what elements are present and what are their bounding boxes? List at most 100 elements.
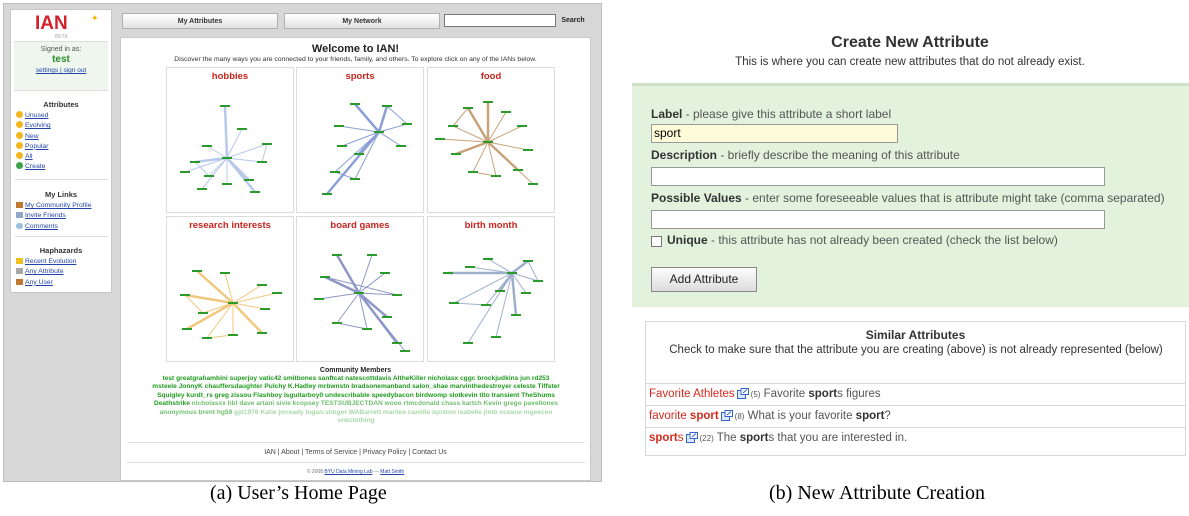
member-link[interactable]: superjoy [230, 375, 257, 382]
possible-values-input[interactable] [651, 210, 1105, 229]
graph-hobbies[interactable]: hobbies [166, 67, 294, 213]
member-link[interactable]: Isguitarboy0 [284, 392, 323, 399]
member-link[interactable]: jun [520, 375, 530, 382]
member-link[interactable]: hbl [228, 400, 238, 407]
member-link[interactable]: AltheKiller [393, 375, 426, 382]
comments-link[interactable]: Comments [16, 222, 91, 232]
member-link[interactable]: sivie [276, 400, 291, 407]
member-link[interactable]: K.Hadley [288, 383, 316, 390]
member-link[interactable]: kartch [462, 400, 482, 407]
member-link[interactable]: marilee [383, 409, 406, 416]
graph-research-interests[interactable]: research interests [166, 216, 294, 362]
member-link[interactable]: greatgrahambini [176, 375, 228, 382]
member-link[interactable]: hg59 [217, 409, 232, 416]
attribute-name-link[interactable]: favorite sport [649, 410, 719, 422]
attr-all-link[interactable]: All [16, 152, 51, 162]
member-link[interactable]: kcopsey [293, 400, 319, 407]
member-link[interactable]: celeste [513, 383, 535, 390]
attribute-name-link[interactable]: Favorite Athletes [649, 388, 735, 400]
member-link[interactable]: test [163, 375, 175, 382]
tab-my-attributes[interactable]: My Attributes [122, 13, 278, 29]
external-link-icon[interactable] [736, 386, 749, 399]
member-link[interactable]: msteele [152, 383, 177, 390]
unique-checkbox[interactable] [651, 236, 662, 247]
invite-friends-link[interactable]: Invite Friends [16, 211, 91, 221]
member-link[interactable]: camille [408, 409, 430, 416]
member-link[interactable]: Flashboy [253, 392, 282, 399]
member-link[interactable]: chass [441, 400, 460, 407]
sign-out-link[interactable]: sign out [63, 67, 86, 74]
member-link[interactable]: TheShums [521, 392, 555, 399]
member-link[interactable]: oceane [499, 409, 522, 416]
settings-link[interactable]: settings [36, 67, 58, 74]
member-link[interactable]: bpixton [432, 409, 456, 416]
community-profile-link[interactable]: My Community Profile [16, 201, 91, 211]
member-link[interactable]: logan.stinger [306, 409, 347, 416]
author-link[interactable]: Matt Smith [380, 469, 404, 475]
member-link[interactable]: greg [215, 392, 229, 399]
member-link[interactable]: sanftcat [318, 375, 343, 382]
attr-popular-link[interactable]: Popular [16, 141, 51, 152]
member-link[interactable]: Deathstrike [154, 400, 190, 407]
recent-evolution-link[interactable]: Recent Evolution [16, 257, 76, 267]
similar-attribute-row[interactable]: favorite sport (8) What is your favorite … [645, 405, 1186, 427]
member-link[interactable]: WABarrett [349, 409, 381, 416]
member-link[interactable]: mgeecen [524, 409, 553, 416]
member-link[interactable]: zissou [231, 392, 252, 399]
external-link-icon[interactable] [720, 408, 733, 421]
member-link[interactable]: birdwomp [416, 392, 448, 399]
similar-attribute-row[interactable]: Favorite Athletes (5) Favorite sports fig… [645, 383, 1186, 405]
member-link[interactable]: jmready [278, 409, 303, 416]
graph-birth-month[interactable]: birth month [427, 216, 555, 362]
member-link[interactable]: transient [491, 392, 519, 399]
member-link[interactable]: undescribable [325, 392, 370, 399]
member-link[interactable]: snkclothing [338, 417, 375, 424]
member-link[interactable]: JonnyK [179, 383, 203, 390]
attr-evolving-link[interactable]: Evolving [16, 121, 51, 131]
graph-board-games[interactable]: board games [296, 216, 424, 362]
member-link[interactable]: cggc [460, 375, 475, 382]
add-attribute-button[interactable]: Add Attribute [651, 267, 757, 292]
description-input[interactable] [651, 167, 1105, 186]
external-link-icon[interactable] [685, 430, 698, 443]
member-link[interactable]: slotkevin [449, 392, 478, 399]
member-link[interactable]: paveltones [524, 400, 558, 407]
member-link[interactable]: TESTSUBJECTDAN [321, 400, 383, 407]
any-user-link[interactable]: Any User [16, 278, 76, 288]
tab-my-network[interactable]: My Network [284, 13, 440, 29]
member-link[interactable]: artani [256, 400, 274, 407]
member-link[interactable]: brent [198, 409, 214, 416]
member-link[interactable]: Squigley [157, 392, 184, 399]
attribute-name-link[interactable]: sports [649, 432, 684, 444]
attr-new-link[interactable]: New [16, 131, 51, 142]
member-link[interactable]: anonymous [160, 409, 197, 416]
member-link[interactable]: kurdt_rs [186, 392, 212, 399]
member-link[interactable]: nicholasxx [192, 400, 226, 407]
member-link[interactable]: brockjudkins [477, 375, 518, 382]
member-link[interactable]: grego [503, 400, 521, 407]
member-link[interactable]: rd253 [532, 375, 550, 382]
member-link[interactable]: Kevin [484, 400, 502, 407]
member-link[interactable]: smitbones [283, 375, 316, 382]
member-link[interactable]: jimb [484, 409, 498, 416]
member-link[interactable]: dave [239, 400, 254, 407]
ian-logo[interactable]: IAN [35, 13, 68, 35]
member-link[interactable]: rtmcdonald [404, 400, 440, 407]
member-link[interactable]: salon_shae [412, 383, 448, 390]
member-link[interactable]: isabelle [458, 409, 482, 416]
member-link[interactable]: gjd1976 [234, 409, 259, 416]
member-link[interactable]: bradsonemanband [351, 383, 410, 390]
member-link[interactable]: tito [479, 392, 489, 399]
member-link[interactable]: marvinthedestroyer [450, 383, 512, 390]
search-button[interactable]: Search [558, 14, 588, 27]
label-input[interactable]: sport [651, 124, 898, 143]
attr-create-link[interactable]: Create [16, 162, 51, 172]
attr-unused-link[interactable]: Unused [16, 111, 51, 121]
member-link[interactable]: Pulchy [264, 383, 286, 390]
any-attribute-link[interactable]: Any Attribute [16, 267, 76, 277]
member-link[interactable]: nicholasx [428, 375, 458, 382]
similar-attribute-row[interactable]: sports (22) The sports that you are inter… [645, 427, 1186, 449]
member-link[interactable]: mrbwnstn [318, 383, 350, 390]
graph-food[interactable]: food [427, 67, 555, 213]
member-link[interactable]: wooo [385, 400, 402, 407]
